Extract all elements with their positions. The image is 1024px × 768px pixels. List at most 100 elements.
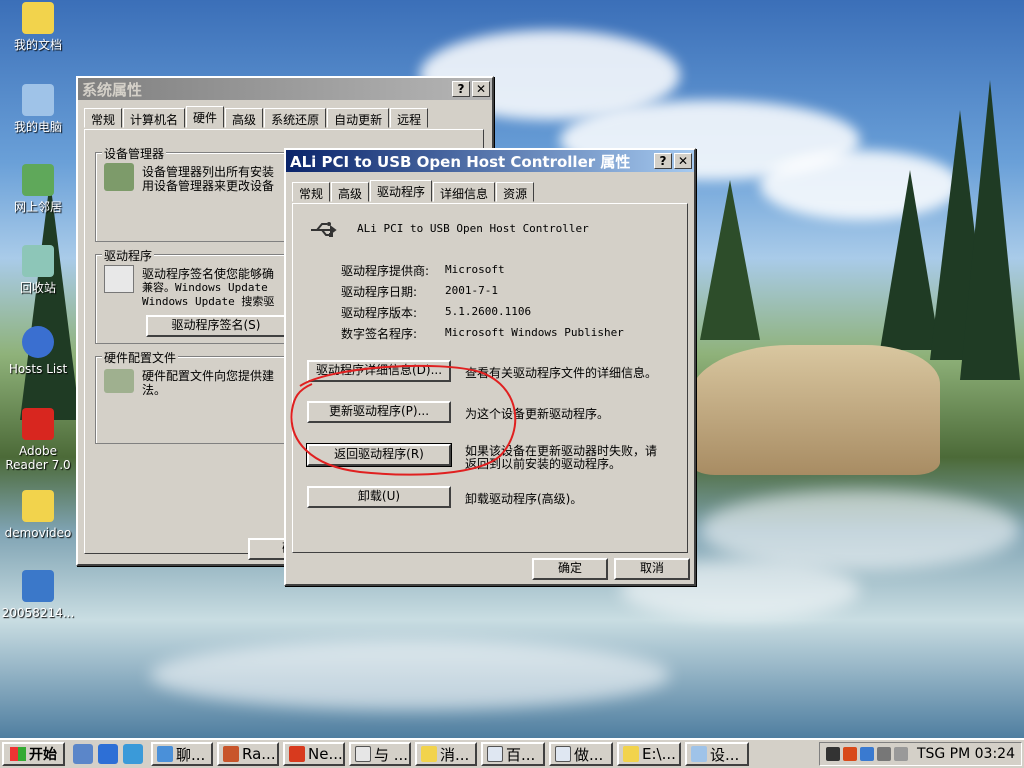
desktop-icon-demovideo[interactable]: demovideo bbox=[0, 490, 76, 540]
taskbar-task[interactable]: Ne... bbox=[283, 742, 345, 766]
desktop-icon-recycle-bin[interactable]: 回收站 bbox=[0, 245, 76, 295]
desktop-icon-my-documents[interactable]: 我的文档 bbox=[0, 2, 76, 52]
internet-explorer-icon[interactable] bbox=[98, 744, 118, 764]
taskbar: 开始 聊... Ra... Ne... 与 ... 消... 百... 做...… bbox=[0, 738, 1024, 768]
close-button[interactable]: ✕ bbox=[674, 153, 692, 169]
desktop-icon-real-file[interactable]: 20058214... bbox=[0, 570, 76, 620]
tab-remote[interactable]: 远程 bbox=[390, 108, 429, 128]
browser-icon bbox=[555, 746, 571, 762]
tab-auto-update[interactable]: 自动更新 bbox=[327, 108, 390, 128]
tray-icon[interactable] bbox=[876, 747, 891, 761]
chat-icon bbox=[157, 746, 173, 762]
taskbar-task[interactable]: 设... bbox=[685, 742, 749, 766]
group-legend: 设备管理器 bbox=[102, 145, 167, 162]
hardware-profile-icon bbox=[104, 369, 134, 393]
app-icon bbox=[223, 746, 239, 762]
tab-advanced[interactable]: 高级 bbox=[225, 108, 264, 128]
tray-icon[interactable] bbox=[842, 747, 857, 761]
update-driver-button[interactable]: 更新驱动程序(P)... bbox=[307, 401, 451, 423]
tray-icon[interactable] bbox=[825, 747, 840, 761]
roll-back-driver-button[interactable]: 返回驱动程序(R) bbox=[306, 443, 452, 467]
group-legend: 硬件配置文件 bbox=[102, 349, 179, 366]
certificate-check-icon bbox=[104, 265, 134, 293]
ok-button[interactable]: 确定 bbox=[532, 558, 608, 580]
taskbar-task[interactable]: 做... bbox=[549, 742, 613, 766]
clock[interactable]: TSG PM 03:24 bbox=[917, 746, 1015, 762]
group-legend: 驱动程序 bbox=[102, 247, 155, 264]
driver-details-button[interactable]: 驱动程序详细信息(D)... bbox=[307, 360, 451, 382]
tab-resources[interactable]: 资源 bbox=[496, 182, 535, 202]
taskbar-task[interactable]: 与 ... bbox=[349, 742, 411, 766]
desktop-icon-adobe-reader[interactable]: Adobe Reader 7.0 bbox=[0, 408, 76, 472]
tab-details[interactable]: 详细信息 bbox=[433, 182, 496, 202]
adobe-reader-icon bbox=[22, 408, 54, 440]
desktop-icon-hosts-list[interactable]: Hosts List bbox=[0, 326, 76, 376]
window-title: ALi PCI to USB Open Host Controller 属性 bbox=[290, 152, 631, 171]
system-tray: TSG PM 03:24 bbox=[818, 742, 1022, 766]
ali-properties-titlebar[interactable]: ALi PCI to USB Open Host Controller 属性 ?… bbox=[286, 150, 694, 172]
description-text: 法。 bbox=[142, 383, 167, 397]
taskbar-task[interactable]: 百... bbox=[481, 742, 545, 766]
taskbar-task[interactable]: E:\... bbox=[617, 742, 681, 766]
browser-icon bbox=[487, 746, 503, 762]
tab-general[interactable]: 常规 bbox=[84, 108, 123, 128]
usb-icon bbox=[309, 220, 341, 240]
field-label: 驱动程序日期: bbox=[341, 285, 418, 299]
computer-icon bbox=[22, 84, 54, 116]
tab-computer-name[interactable]: 计算机名 bbox=[123, 108, 186, 128]
driver-tab-page: ALi PCI to USB Open Host Controller 驱动程序… bbox=[292, 203, 688, 553]
ali-usb-properties-window: ALi PCI to USB Open Host Controller 属性 ?… bbox=[284, 148, 696, 586]
field-value: Microsoft bbox=[445, 263, 505, 276]
tab-driver[interactable]: 驱动程序 bbox=[370, 180, 433, 202]
driver-signing-button[interactable]: 驱动程序签名(S) bbox=[146, 315, 286, 337]
gear-icon bbox=[22, 326, 54, 358]
field-value: 5.1.2600.1106 bbox=[445, 305, 532, 318]
field-label: 驱动程序提供商: bbox=[341, 264, 430, 278]
folder-icon bbox=[22, 490, 54, 522]
tab-system-restore[interactable]: 系统还原 bbox=[264, 108, 327, 128]
tab-general[interactable]: 常规 bbox=[292, 182, 331, 202]
message-icon bbox=[355, 746, 371, 762]
help-button[interactable]: ? bbox=[654, 153, 672, 169]
folder-icon bbox=[22, 2, 54, 34]
taskbar-task[interactable]: 聊... bbox=[151, 742, 213, 766]
action-description: 查看有关驱动程序文件的详细信息。 bbox=[465, 366, 658, 380]
window-title: 系统属性 bbox=[82, 80, 143, 99]
volume-icon[interactable] bbox=[893, 747, 908, 761]
description-text: 用设备管理器来更改设备 bbox=[142, 179, 275, 193]
start-button[interactable]: 开始 bbox=[2, 742, 65, 766]
cancel-button[interactable]: 取消 bbox=[614, 558, 690, 580]
field-label: 数字签名程序: bbox=[341, 327, 418, 341]
field-label: 驱动程序版本: bbox=[341, 306, 418, 320]
realplayer-icon bbox=[22, 570, 54, 602]
tab-advanced[interactable]: 高级 bbox=[331, 182, 370, 202]
device-name: ALi PCI to USB Open Host Controller bbox=[357, 222, 589, 235]
recycle-bin-icon bbox=[22, 245, 54, 277]
taskbar-task[interactable]: Ra... bbox=[217, 742, 279, 766]
close-button[interactable]: ✕ bbox=[472, 81, 490, 97]
folder-icon bbox=[623, 746, 639, 762]
system-properties-titlebar[interactable]: 系统属性 ? ✕ bbox=[78, 78, 492, 100]
folder-icon bbox=[421, 746, 437, 762]
network-icon bbox=[22, 164, 54, 196]
field-value: 2001-7-1 bbox=[445, 284, 498, 297]
desktop-icon-network[interactable]: 网上邻居 bbox=[0, 164, 76, 214]
quick-launch-icon[interactable] bbox=[123, 744, 143, 764]
help-button[interactable]: ? bbox=[452, 81, 470, 97]
field-value: Microsoft Windows Publisher bbox=[445, 326, 624, 339]
tab-hardware[interactable]: 硬件 bbox=[186, 106, 225, 128]
device-manager-icon bbox=[104, 163, 134, 191]
tray-icon[interactable] bbox=[859, 747, 874, 761]
description-text: Windows Update 搜索驱 bbox=[142, 295, 275, 308]
play-icon bbox=[289, 746, 305, 762]
desktop-icon-my-computer[interactable]: 我的电脑 bbox=[0, 84, 76, 134]
uninstall-button[interactable]: 卸载(U) bbox=[307, 486, 451, 508]
taskbar-task[interactable]: 消... bbox=[415, 742, 477, 766]
action-description: 卸载驱动程序(高级)。 bbox=[465, 492, 583, 506]
computer-icon bbox=[691, 746, 707, 762]
windows-logo-icon bbox=[10, 747, 26, 761]
start-label: 开始 bbox=[29, 747, 57, 763]
action-description: 为这个设备更新驱动程序。 bbox=[465, 407, 610, 421]
action-description: 返回到以前安装的驱动程序。 bbox=[465, 457, 622, 471]
show-desktop-icon[interactable] bbox=[73, 744, 93, 764]
